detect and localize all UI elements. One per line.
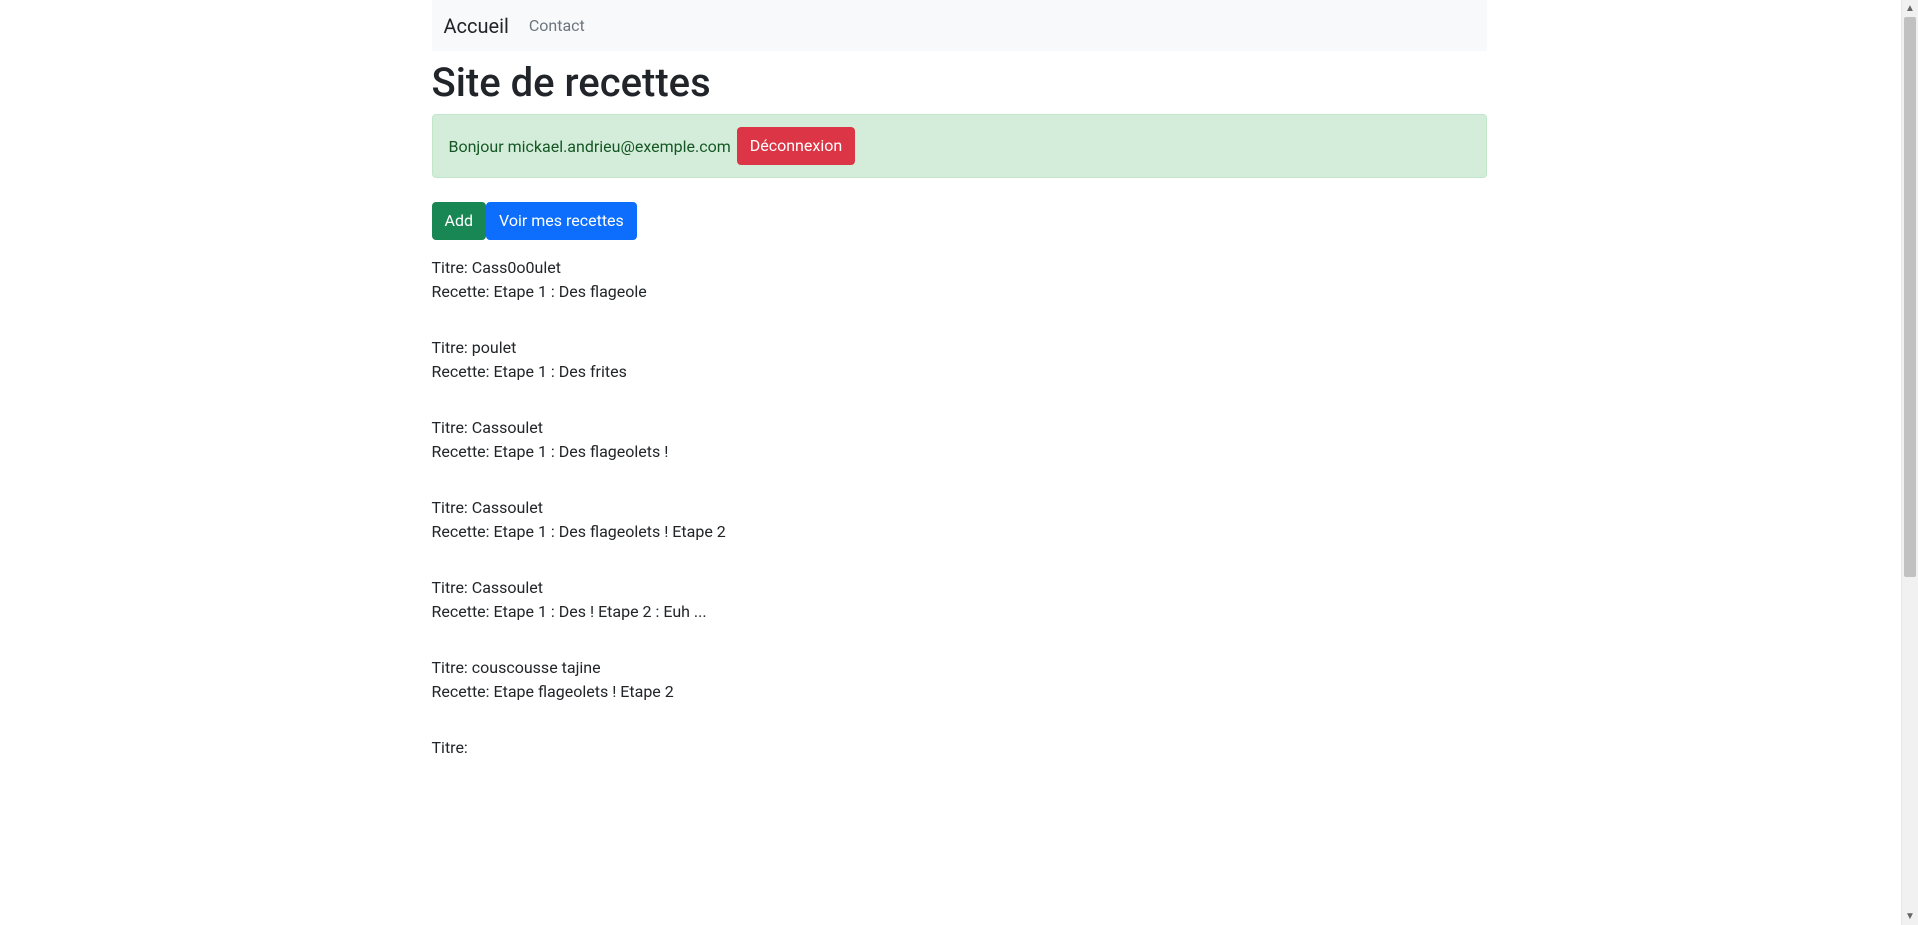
recipe-item: Titre: Cass0o0uletRecette: Etape 1 : Des… <box>432 256 1487 304</box>
nav-contact-link[interactable]: Contact <box>525 8 589 43</box>
greeting-text: Bonjour mickael.andrieu@exemple.com <box>449 137 731 156</box>
recipe-title-line: Titre: Cass0o0ulet <box>432 256 1487 280</box>
recipe-item: Titre: CassouletRecette: Etape 1 : Des !… <box>432 576 1487 624</box>
recipe-item: Titre: <box>432 736 1487 760</box>
action-buttons: AddVoir mes recettes <box>432 202 1487 240</box>
add-button[interactable]: Add <box>432 202 486 240</box>
recipe-item: Titre: pouletRecette: Etape 1 : Des frit… <box>432 336 1487 384</box>
recipe-title-line: Titre: poulet <box>432 336 1487 360</box>
recipe-body-line: Recette: Etape 1 : Des flageolets ! <box>432 440 1487 464</box>
scrollbar-thumb[interactable] <box>1904 17 1916 577</box>
navbar: Accueil Contact <box>432 0 1487 51</box>
recipe-title-line: Titre: couscousse tajine <box>432 656 1487 680</box>
recipe-title-line: Titre: Cassoulet <box>432 576 1487 600</box>
scroll-down-arrow[interactable]: ▼ <box>1902 908 1918 925</box>
recipe-body-line: Recette: Etape 1 : Des flageolets ! Etap… <box>432 520 1487 544</box>
recipes-list: Titre: Cass0o0uletRecette: Etape 1 : Des… <box>432 256 1487 760</box>
login-alert: Bonjour mickael.andrieu@exemple.com Déco… <box>432 114 1487 178</box>
recipe-body-line: Recette: Etape flageolets ! Etape 2 <box>432 680 1487 704</box>
nav-home-link[interactable]: Accueil <box>444 9 509 43</box>
recipe-item: Titre: couscousse tajineRecette: Etape f… <box>432 656 1487 704</box>
recipe-item: Titre: CassouletRecette: Etape 1 : Des f… <box>432 416 1487 464</box>
recipe-title-line: Titre: Cassoulet <box>432 416 1487 440</box>
recipe-title-line: Titre: <box>432 736 1487 760</box>
recipe-body-line: Recette: Etape 1 : Des ! Etape 2 : Euh .… <box>432 600 1487 624</box>
recipe-title-line: Titre: Cassoulet <box>432 496 1487 520</box>
recipe-body-line: Recette: Etape 1 : Des flageole <box>432 280 1487 304</box>
scroll-up-arrow[interactable]: ▲ <box>1902 0 1918 17</box>
scrollbar[interactable]: ▲ ▼ <box>1901 0 1918 925</box>
recipe-body-line: Recette: Etape 1 : Des frites <box>432 360 1487 384</box>
recipe-item: Titre: CassouletRecette: Etape 1 : Des f… <box>432 496 1487 544</box>
logout-button[interactable]: Déconnexion <box>737 127 855 165</box>
view-my-recipes-button[interactable]: Voir mes recettes <box>486 202 637 240</box>
page-title: Site de recettes <box>432 59 1487 106</box>
